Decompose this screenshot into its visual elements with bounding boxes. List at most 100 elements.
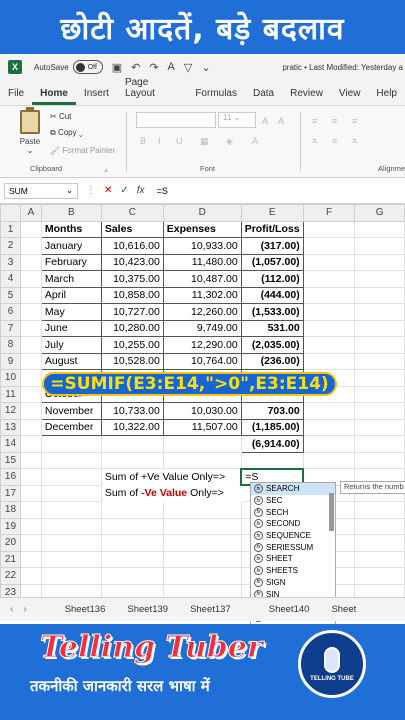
profit-cell[interactable]: 703.00 [240, 402, 304, 420]
cell[interactable] [162, 517, 242, 535]
cell[interactable] [354, 385, 405, 403]
row-header[interactable]: 2 [0, 237, 21, 255]
cell[interactable] [40, 550, 102, 568]
cell[interactable] [19, 319, 42, 337]
month-cell[interactable]: March [40, 270, 102, 288]
autosave-toggle[interactable]: Off [72, 60, 103, 74]
cell[interactable] [354, 418, 405, 436]
cell[interactable] [354, 237, 405, 255]
autocomplete-item[interactable]: fx SEARCH [251, 483, 335, 495]
sheet-tab[interactable]: Sheet137 [190, 604, 231, 615]
month-cell[interactable]: May [40, 303, 102, 321]
font-name-box[interactable] [136, 112, 216, 128]
row-header[interactable]: 10 [0, 369, 21, 387]
profit-cell[interactable]: (236.00) [240, 352, 304, 370]
tab-home[interactable]: Home [32, 88, 76, 105]
cell[interactable] [354, 435, 405, 453]
cell[interactable] [162, 567, 242, 585]
tab-formulas[interactable]: Formulas [187, 88, 245, 105]
scroll-left-icon[interactable]: ‹ [10, 604, 13, 615]
align-bottom-icon[interactable]: ≡ [352, 116, 357, 126]
row-header[interactable]: 11 [0, 385, 21, 403]
cell[interactable] [302, 270, 356, 288]
cell[interactable] [19, 303, 42, 321]
col-header-f[interactable]: F [302, 204, 356, 222]
total-cell[interactable]: (6,914.00) [240, 435, 304, 453]
col-header-a[interactable]: A [19, 204, 42, 222]
col-header-b[interactable]: B [40, 204, 102, 222]
sales-cell[interactable]: 10,727.00 [100, 303, 164, 321]
tab-file[interactable]: File [0, 88, 32, 105]
cell[interactable] [19, 451, 42, 469]
cell[interactable] [19, 484, 42, 502]
bold-icon[interactable]: B [140, 136, 146, 146]
undo-icon[interactable]: ↶ [131, 61, 140, 74]
cell[interactable] [19, 501, 42, 519]
expenses-cell[interactable]: 9,749.00 [162, 319, 242, 337]
cell[interactable] [354, 352, 405, 370]
cell[interactable] [19, 418, 42, 436]
cell[interactable] [162, 501, 242, 519]
cell[interactable] [40, 435, 102, 453]
expenses-cell[interactable]: 12,290.00 [162, 336, 242, 354]
header-sales[interactable]: Sales [100, 220, 164, 238]
fill-color-icon[interactable]: ◈ [226, 136, 233, 147]
header-months[interactable]: Months [40, 220, 102, 238]
tab-review[interactable]: Review [282, 88, 331, 105]
tab-insert[interactable]: Insert [76, 88, 117, 105]
cell[interactable] [302, 253, 356, 271]
cell[interactable] [19, 286, 42, 304]
cell[interactable] [100, 517, 164, 535]
format-painter-button[interactable]: 🖌 Format Painter [50, 146, 115, 155]
row-header[interactable]: 3 [0, 253, 21, 271]
cell[interactable] [19, 352, 42, 370]
autocomplete-item[interactable]: fx SECOND [251, 518, 335, 530]
expenses-cell[interactable]: 11,302.00 [162, 286, 242, 304]
cell[interactable] [302, 451, 356, 469]
expenses-cell[interactable]: 11,507.00 [162, 418, 242, 436]
align-center-icon[interactable]: ≡ [332, 136, 337, 146]
tab-data[interactable]: Data [245, 88, 282, 105]
sheet-tab[interactable]: Sheet [331, 604, 356, 615]
borders-icon[interactable]: ▦ [200, 136, 209, 147]
font-color-icon[interactable]: A [168, 61, 175, 73]
month-cell[interactable]: December [40, 418, 102, 436]
cell[interactable] [354, 286, 405, 304]
align-middle-icon[interactable]: ≡ [332, 116, 337, 126]
cell[interactable] [354, 501, 405, 519]
cell[interactable] [162, 435, 242, 453]
cell[interactable] [302, 435, 356, 453]
cell[interactable] [19, 468, 42, 486]
row-header[interactable]: 12 [0, 402, 21, 420]
cell[interactable] [19, 435, 42, 453]
autocomplete-item[interactable]: fx SIGN [251, 577, 335, 589]
col-header-d[interactable]: D [162, 204, 242, 222]
cell[interactable] [354, 451, 405, 469]
cell[interactable] [354, 253, 405, 271]
align-right-icon[interactable]: ≡ [352, 136, 357, 146]
formula-input[interactable]: =S [157, 186, 168, 196]
cell[interactable] [354, 319, 405, 337]
profit-cell[interactable]: (1,185.00) [240, 418, 304, 436]
cell[interactable] [302, 352, 356, 370]
row-header[interactable]: 22 [0, 567, 21, 585]
row-header[interactable]: 4 [0, 270, 21, 288]
profit-cell[interactable]: 531.00 [240, 319, 304, 337]
row-header[interactable]: 19 [0, 517, 21, 535]
row-header[interactable]: 7 [0, 319, 21, 337]
cell[interactable] [302, 418, 356, 436]
sales-cell[interactable]: 10,423.00 [100, 253, 164, 271]
sheet-tab[interactable]: Sheet139 [127, 604, 168, 615]
sheet-tab[interactable]: Sheet140 [269, 604, 310, 615]
profit-cell[interactable]: (317.00) [240, 237, 304, 255]
cell[interactable] [302, 402, 356, 420]
cell[interactable] [302, 220, 356, 238]
month-cell[interactable]: August [40, 352, 102, 370]
cell[interactable] [40, 484, 102, 502]
cell[interactable] [354, 303, 405, 321]
cell[interactable] [19, 270, 42, 288]
cell[interactable] [240, 451, 304, 469]
select-all-corner[interactable] [0, 204, 21, 222]
copy-button[interactable]: ⧉ Copy ⌄ [50, 128, 83, 138]
cell[interactable] [354, 534, 405, 552]
